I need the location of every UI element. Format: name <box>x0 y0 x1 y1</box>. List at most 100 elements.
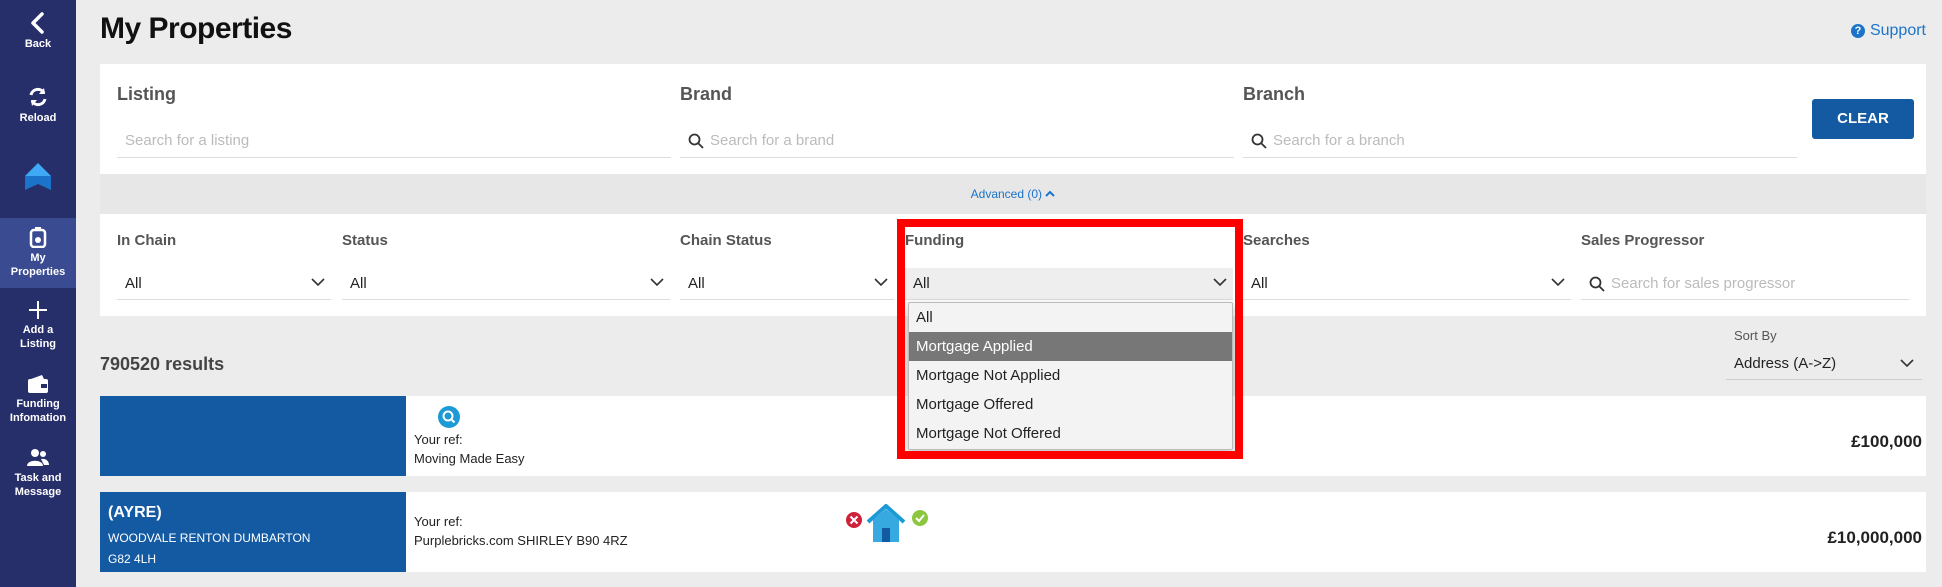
branch-label: Branch <box>1243 84 1306 104</box>
page-title: My Properties <box>100 12 292 45</box>
support-link[interactable]: ? Support <box>1850 22 1926 40</box>
sidebar: Back Reload My Properties Add a Listing … <box>0 0 76 587</box>
listing-search-input[interactable]: Search for a listing <box>117 124 671 158</box>
property-ref: Your ref: Moving Made Easy <box>414 430 525 468</box>
property-price: £100,000 <box>1851 432 1922 451</box>
sidebar-item-add-listing[interactable]: Add a Listing <box>0 300 76 351</box>
chevron-down-icon <box>1900 359 1914 368</box>
logo[interactable] <box>0 160 76 195</box>
brand-search-input[interactable]: Search for a brand <box>680 124 1234 158</box>
in-chain-select[interactable]: All <box>117 268 331 300</box>
property-address-block[interactable]: (AYRE) WOODVALE RENTON DUMBARTON G82 4LH <box>100 492 406 572</box>
status-label: Status <box>342 232 388 249</box>
back-button[interactable]: Back <box>0 12 76 51</box>
chevron-down-icon <box>874 278 888 287</box>
funding-option-mortgage-offered[interactable]: Mortgage Offered <box>909 390 1232 419</box>
branch-search-input[interactable]: Search for a branch <box>1243 124 1797 158</box>
ref-label: Your ref: <box>414 432 463 447</box>
property-price: £10,000,000 <box>1827 528 1922 547</box>
back-label: Back <box>24 38 52 50</box>
property-ref: Your ref: Purplebricks.com SHIRLEY B90 4… <box>414 512 628 550</box>
property-card[interactable]: (AYRE) WOODVALE RENTON DUMBARTON G82 4LH… <box>100 492 1926 572</box>
sidebar-item-my-properties[interactable]: My Properties <box>0 218 76 288</box>
chevron-down-icon <box>1213 278 1227 287</box>
plus-icon <box>29 301 47 319</box>
chevron-left-icon <box>31 12 44 34</box>
chain-status-value: All <box>688 275 705 292</box>
brand-placeholder: Search for a brand <box>710 132 835 149</box>
help-icon: ? <box>1850 24 1865 38</box>
listing-placeholder: Search for a listing <box>125 132 250 149</box>
ref-value: Purplebricks.com SHIRLEY B90 4RZ <box>414 533 628 548</box>
house-icon[interactable] <box>864 502 908 544</box>
chevron-down-icon <box>1551 278 1565 287</box>
sales-progressor-input[interactable]: Search for sales progressor <box>1581 268 1909 300</box>
sidebar-item-task-message[interactable]: Task and Message <box>0 448 76 499</box>
chain-status-label: Chain Status <box>680 232 772 249</box>
ref-label: Your ref: <box>414 514 463 529</box>
funding-label-1: Funding <box>16 398 60 410</box>
chevron-up-icon <box>1045 190 1056 197</box>
chain-status-select[interactable]: All <box>680 268 894 300</box>
status-value: All <box>350 275 367 292</box>
property-postcode: G82 4LH <box>108 552 157 566</box>
support-label: Support <box>1869 22 1926 39</box>
searches-value: All <box>1251 275 1268 292</box>
search-icon <box>688 133 704 149</box>
filter-panel: Listing Search for a listing Brand Searc… <box>100 64 1926 174</box>
logo-icon <box>25 163 51 190</box>
clear-button[interactable]: CLEAR <box>1812 99 1914 139</box>
house-badge-icon <box>29 227 47 248</box>
funding-select[interactable]: All <box>905 268 1233 300</box>
sort-by-label: Sort By <box>1734 328 1777 343</box>
in-chain-label: In Chain <box>117 232 177 249</box>
reload-button[interactable]: Reload <box>0 86 76 125</box>
magnifier-icon <box>442 410 456 424</box>
brand-label: Brand <box>680 84 733 104</box>
ref-value: Moving Made Easy <box>414 451 525 466</box>
results-count: 790520 results <box>100 354 225 374</box>
in-chain-value: All <box>125 275 142 292</box>
funding-option-all[interactable]: All <box>909 303 1232 332</box>
sidebar-item-funding[interactable]: Funding Infomation <box>0 374 76 425</box>
reload-icon <box>29 87 47 107</box>
add-listing-label-2: Listing <box>19 338 57 350</box>
chevron-down-icon <box>650 278 664 287</box>
branch-placeholder: Search for a branch <box>1273 132 1405 149</box>
advanced-filters: In Chain All Status All Chain Status All… <box>100 214 1926 316</box>
search-icon <box>1251 133 1267 149</box>
funding-label-2: Infomation <box>9 412 67 424</box>
property-address-title: (AYRE) <box>108 504 162 521</box>
funding-option-mortgage-applied[interactable]: Mortgage Applied <box>909 332 1232 361</box>
cross-circle-icon <box>846 512 862 528</box>
searches-label: Searches <box>1243 232 1310 249</box>
listing-label: Listing <box>117 84 176 104</box>
users-icon <box>27 449 49 466</box>
searches-select[interactable]: All <box>1243 268 1571 300</box>
property-address-block[interactable] <box>100 396 406 476</box>
main-content: My Properties ? Support Listing Search f… <box>76 0 1942 587</box>
search-status-icon[interactable] <box>438 406 460 428</box>
task-label-2: Message <box>14 486 62 498</box>
sales-progressor-placeholder: Search for sales progressor <box>1611 274 1796 292</box>
task-label-1: Task and <box>14 472 62 484</box>
my-properties-label-1: My <box>30 252 46 264</box>
add-listing-label-1: Add a <box>22 324 54 336</box>
funding-option-mortgage-not-offered[interactable]: Mortgage Not Offered <box>909 419 1232 448</box>
search-icon <box>1589 276 1605 292</box>
funding-option-mortgage-not-applied[interactable]: Mortgage Not Applied <box>909 361 1232 390</box>
funding-label: Funding <box>905 232 965 249</box>
advanced-label: Advanced (0) <box>970 187 1043 201</box>
wallet-icon <box>28 375 48 393</box>
my-properties-label-2: Properties <box>10 266 66 278</box>
funding-dropdown-list: All Mortgage Applied Mortgage Not Applie… <box>908 302 1233 450</box>
sales-progressor-label: Sales Progressor <box>1581 232 1705 249</box>
sort-value: Address (A->Z) <box>1734 355 1837 372</box>
reload-label: Reload <box>19 112 57 124</box>
status-select[interactable]: All <box>342 268 670 300</box>
sort-select[interactable]: Address (A->Z) <box>1726 348 1922 380</box>
property-address-line: WOODVALE RENTON DUMBARTON <box>108 531 311 545</box>
advanced-toggle[interactable]: Advanced (0) <box>100 174 1926 214</box>
chevron-down-icon <box>311 278 325 287</box>
funding-value: All <box>913 275 930 292</box>
